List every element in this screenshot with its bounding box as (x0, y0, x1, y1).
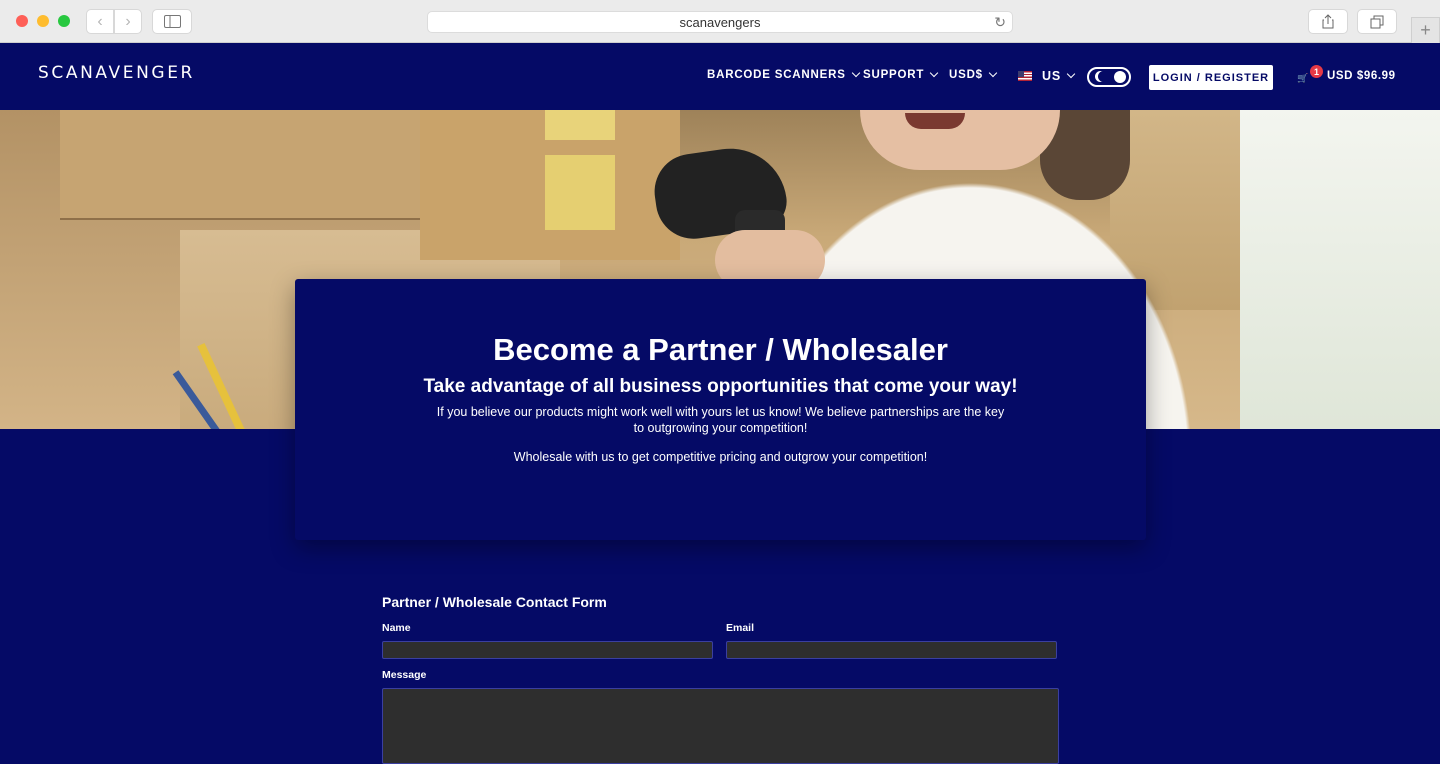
tabs-icon (1370, 15, 1384, 28)
login-register-button[interactable]: LOGIN / REGISTER (1149, 65, 1273, 90)
message-field[interactable] (382, 688, 1059, 764)
nav-support[interactable]: SUPPORT (863, 68, 939, 81)
share-icon (1322, 14, 1334, 29)
page-title: Become a Partner / Wholesaler (493, 332, 948, 367)
cart-button[interactable]: 🛒 1 (1293, 65, 1323, 87)
cart-count-badge: 1 (1310, 65, 1323, 78)
region-selector[interactable]: US (1018, 69, 1076, 83)
currency-selector[interactable]: USD$ (949, 68, 998, 81)
page-subtitle: Take advantage of all business opportuni… (423, 376, 1018, 397)
sidebar-icon (163, 15, 181, 28)
name-field[interactable] (382, 641, 713, 659)
nav-barcode-scanners[interactable]: BARCODE SCANNERS (707, 68, 860, 81)
sidebar-toggle-button[interactable] (152, 9, 192, 34)
email-field[interactable] (726, 641, 1057, 659)
cart-total[interactable]: USD $96.99 (1327, 70, 1396, 82)
nav-support-label: SUPPORT (863, 69, 925, 81)
nav-barcode-scanners-label: BARCODE SCANNERS (707, 69, 846, 81)
reload-icon[interactable]: ↻ (994, 14, 1006, 31)
currency-label: USD$ (949, 69, 983, 81)
chevron-down-icon (929, 68, 939, 78)
dark-mode-toggle[interactable] (1087, 67, 1131, 87)
hero-photo-window (1240, 110, 1440, 429)
name-label: Name (382, 622, 411, 634)
forward-button[interactable]: › (114, 9, 142, 34)
address-bar[interactable]: scanavengers ↻ (427, 11, 1013, 33)
chevron-left-icon: ‹ (97, 12, 103, 30)
maximize-window-button[interactable] (58, 15, 70, 27)
toggle-knob (1114, 71, 1126, 83)
chevron-right-icon: › (125, 12, 131, 30)
us-flag-icon (1018, 71, 1032, 81)
site-header: SCANAVENGER BARCODE SCANNERS SUPPORT USD… (0, 43, 1440, 110)
hero-photo-mouth (905, 113, 965, 129)
cart-icon: 🛒 (1297, 73, 1309, 83)
region-label: US (1042, 69, 1061, 83)
chevron-down-icon (1066, 69, 1076, 79)
partner-card: Become a Partner / Wholesaler Take advan… (295, 279, 1146, 540)
share-button[interactable] (1308, 9, 1348, 34)
back-button[interactable]: ‹ (86, 9, 114, 34)
browser-chrome: ‹ › scanavengers ↻ + (0, 0, 1440, 43)
form-title: Partner / Wholesale Contact Form (382, 594, 607, 610)
minimize-window-button[interactable] (37, 15, 49, 27)
url-text: scanavengers (679, 14, 761, 30)
hero-photo-sticky-note (545, 110, 615, 140)
intro-text: If you believe our products might work w… (436, 405, 1005, 435)
tab-overview-button[interactable] (1357, 9, 1397, 34)
hero-photo-sticky-note (545, 155, 615, 230)
hero-photo-box (60, 110, 420, 220)
wholesale-text: Wholesale with us to get competitive pri… (513, 450, 928, 464)
message-label: Message (382, 669, 427, 681)
chevron-down-icon (851, 68, 860, 78)
plus-icon: + (1420, 20, 1431, 40)
new-tab-button[interactable]: + (1411, 17, 1440, 43)
close-window-button[interactable] (16, 15, 28, 27)
moon-icon (1098, 71, 1109, 82)
email-label: Email (726, 622, 755, 634)
chevron-down-icon (988, 68, 998, 78)
site-logo[interactable]: SCANAVENGER (38, 63, 195, 83)
